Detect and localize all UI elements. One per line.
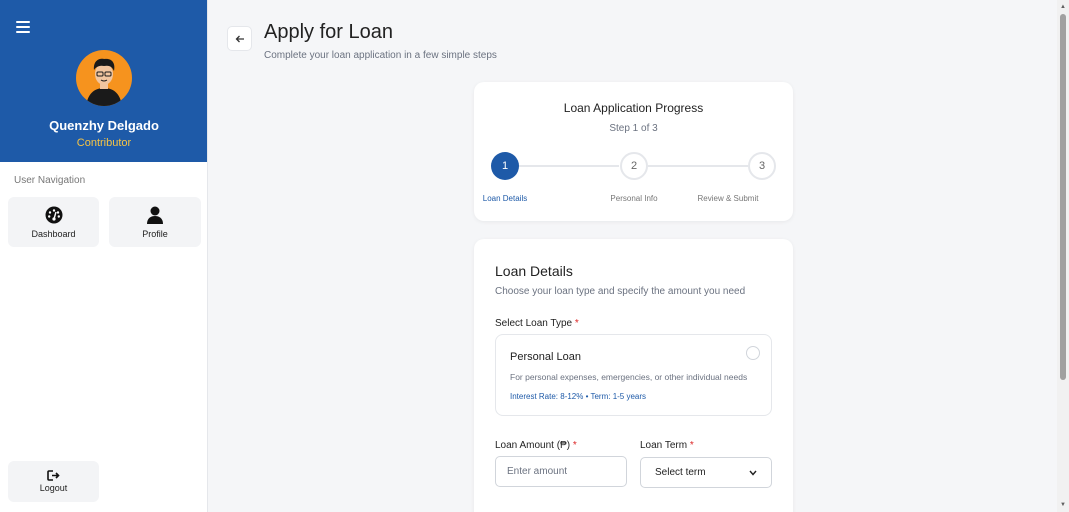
loan-option-radio[interactable] [746, 346, 760, 360]
menu-icon[interactable] [16, 21, 30, 33]
back-button[interactable] [227, 26, 252, 51]
loan-option-name: Personal Loan [510, 351, 581, 363]
section-title: Loan Details [495, 263, 573, 279]
scrollbar-thumb[interactable] [1060, 14, 1066, 380]
step-3-label: Review & Submit [697, 194, 759, 203]
profile-role: Contributor [76, 137, 132, 149]
loan-option-description: For personal expenses, emergencies, or o… [510, 372, 748, 382]
loan-type-label: Select Loan Type * [495, 318, 579, 329]
loan-term-selected: Select term [655, 467, 706, 478]
loan-amount-input[interactable] [495, 456, 627, 487]
nav-heading: User Navigation [14, 175, 86, 186]
loan-amount-label: Loan Amount (₱) * [495, 440, 577, 451]
logout-button[interactable]: Logout [8, 461, 99, 502]
arrow-left-icon [235, 35, 244, 42]
profile-name: Quenzhy Delgado [49, 118, 159, 133]
loan-term-select[interactable]: Select term [640, 457, 772, 488]
progress-step-text: Step 1 of 3 [609, 123, 658, 134]
nav-dashboard-label: Dashboard [31, 228, 76, 239]
step-1-label: Loan Details [482, 194, 528, 203]
scroll-up-arrow-icon[interactable]: ▲ [1059, 3, 1067, 11]
step-connector [648, 165, 748, 167]
nav-profile-button[interactable]: Profile [109, 197, 201, 247]
progress-card: Loan Application Progress Step 1 of 3 1 … [474, 82, 793, 221]
step-2-circle[interactable]: 2 [620, 152, 648, 180]
chevron-down-icon [749, 470, 757, 476]
page-subtitle: Complete your loan application in a few … [264, 50, 497, 61]
nav-profile-label: Profile [142, 228, 168, 239]
personal-loan-option[interactable]: Personal Loan For personal expenses, eme… [495, 334, 772, 416]
section-subtitle: Choose your loan type and specify the am… [495, 286, 746, 297]
step-3-circle[interactable]: 3 [748, 152, 776, 180]
user-icon [147, 206, 163, 224]
nav-dashboard-button[interactable]: Dashboard [8, 197, 99, 247]
scroll-down-arrow-icon[interactable]: ▼ [1059, 501, 1067, 509]
dashboard-icon [45, 206, 62, 223]
profile-header: Quenzhy Delgado Contributor [0, 0, 207, 162]
loan-option-rate: Interest Rate: 8-12% • Term: 1-5 years [510, 392, 647, 401]
step-connector [519, 165, 619, 167]
sidebar: Quenzhy Delgado Contributor User Navigat… [0, 0, 208, 512]
logout-label: Logout [39, 483, 68, 493]
step-1-circle[interactable]: 1 [491, 152, 519, 180]
step-2-label: Personal Info [610, 194, 658, 203]
logout-icon [47, 470, 60, 481]
page-title: Apply for Loan [264, 21, 393, 43]
scrollbar[interactable]: ▲ ▼ [1057, 0, 1069, 512]
loan-details-card: Loan Details Choose your loan type and s… [474, 239, 793, 512]
avatar [76, 50, 132, 106]
loan-term-label: Loan Term * [640, 440, 694, 451]
progress-title: Loan Application Progress [563, 101, 704, 115]
